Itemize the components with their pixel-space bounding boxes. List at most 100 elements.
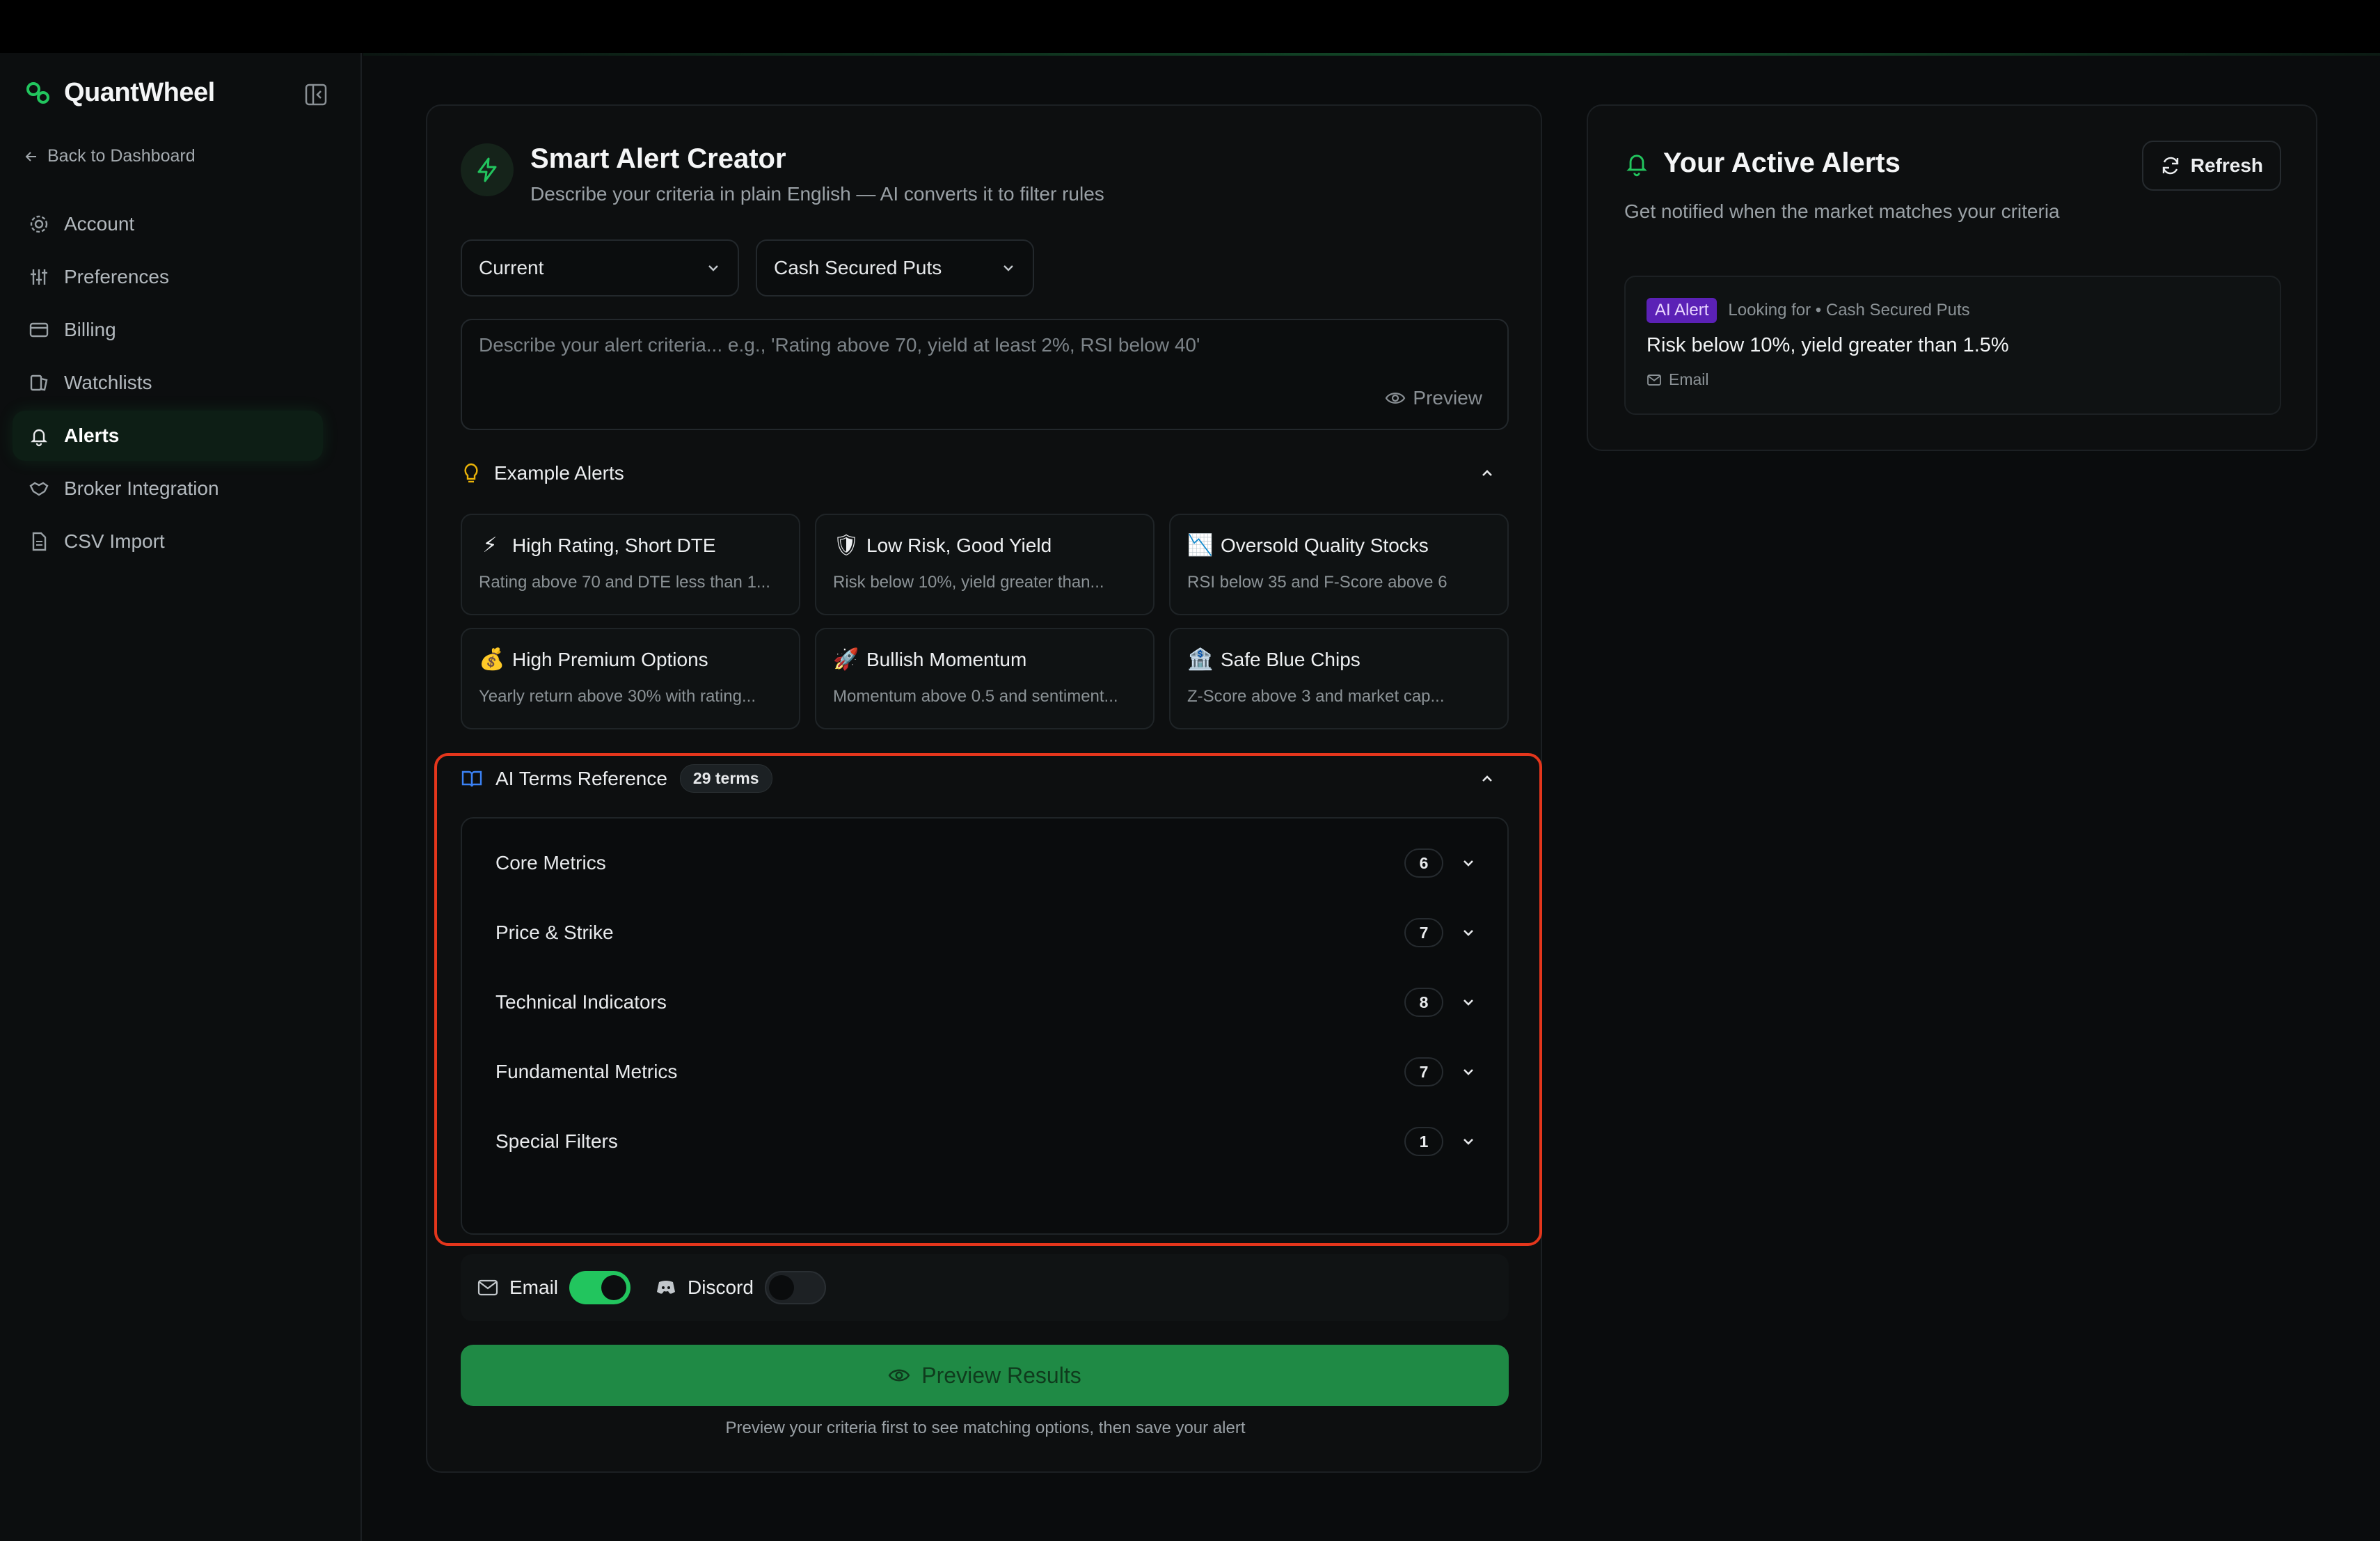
example-alert-desc: Yearly return above 30% with rating... — [479, 687, 756, 706]
timeframe-select[interactable]: Current — [461, 239, 739, 297]
example-alert-desc: Risk below 10%, yield greater than... — [833, 573, 1104, 592]
credit-card-icon — [29, 322, 49, 338]
term-count: 7 — [1404, 1057, 1443, 1086]
back-to-dashboard-label: Back to Dashboard — [47, 146, 196, 166]
term-category-price-strike[interactable]: Price & Strike 7 — [495, 912, 1477, 954]
email-toggle[interactable] — [569, 1271, 631, 1304]
sidebar-item-billing[interactable]: Billing — [13, 305, 323, 355]
active-alerts-subtitle: Get notified when the market matches you… — [1624, 200, 2060, 222]
bank-icon: 🏦 — [1187, 647, 1214, 672]
strategy-select-value: Cash Secured Puts — [774, 257, 942, 278]
watchlist-icon — [30, 374, 48, 391]
bell-icon — [31, 429, 47, 447]
alert-criteria-input[interactable]: Describe your alert criteria... e.g., 'R… — [461, 319, 1509, 430]
bolt-icon — [477, 157, 497, 182]
example-alert-card[interactable]: 🏦 Safe Blue Chips Z-Score above 3 and mar… — [1169, 628, 1509, 729]
brand[interactable]: QuantWheel — [25, 78, 215, 108]
bell-icon — [1626, 154, 1647, 176]
chevron-down-icon — [708, 265, 718, 271]
sidebar-item-csv-import[interactable]: CSV Import — [13, 516, 323, 567]
sidebar-item-preferences[interactable]: Preferences — [13, 252, 323, 302]
strategy-select[interactable]: Cash Secured Puts — [756, 239, 1034, 297]
example-alert-title: Bullish Momentum — [866, 648, 1027, 670]
alert-criteria: Risk below 10%, yield greater than 1.5% — [1647, 334, 2009, 356]
eye-icon — [888, 1369, 910, 1382]
arrow-left-icon — [25, 151, 36, 161]
example-alert-title: Low Risk, Good Yield — [866, 534, 1052, 556]
term-category-label: Technical Indicators — [495, 991, 667, 1013]
example-alerts-title: Example Alerts — [494, 462, 624, 484]
chart-down-icon: 📉 — [1187, 533, 1214, 558]
page-title: Smart Alert Creator — [530, 143, 786, 174]
term-category-special-filters[interactable]: Special Filters 1 — [495, 1121, 1477, 1162]
sidebar-item-label: Alerts — [64, 425, 120, 446]
shield-icon: 🛡 — [833, 533, 860, 558]
panel-header: Smart Alert Creator Describe your criter… — [461, 142, 1104, 205]
example-alert-card[interactable]: 💰 High Premium Options Yearly return abov… — [461, 628, 800, 729]
example-alert-title: Oversold Quality Stocks — [1221, 534, 1429, 556]
preview-link[interactable]: Preview — [1385, 387, 1482, 409]
sidebar-item-label: Broker Integration — [64, 477, 219, 499]
example-alert-card[interactable]: 📉 Oversold Quality Stocks RSI below 35 an… — [1169, 514, 1509, 615]
chevron-down-icon — [1463, 1069, 1473, 1075]
example-alert-card[interactable]: ⚡ High Rating, Short DTE Rating above 70 … — [461, 514, 800, 615]
refresh-label: Refresh — [2190, 155, 2263, 176]
example-alert-card[interactable]: 🚀 Bullish Momentum Momentum above 0.5 and… — [815, 628, 1155, 729]
sidebar: QuantWheel Back to Dashboard Account Pre… — [0, 53, 362, 1541]
top-accent-line — [363, 53, 2380, 56]
refresh-icon — [2162, 157, 2178, 175]
example-alert-desc: Momentum above 0.5 and sentiment... — [833, 687, 1118, 706]
term-category-core-metrics[interactable]: Core Metrics 6 — [495, 842, 1477, 884]
settings-nav: Account Preferences Billing Watchlists A… — [13, 199, 323, 569]
timeframe-select-value: Current — [479, 257, 544, 278]
term-category-label: Core Metrics — [495, 852, 606, 874]
terms-count-badge: 29 terms — [679, 764, 772, 793]
example-alert-desc: Z-Score above 3 and market cap... — [1187, 687, 1445, 706]
chevron-up-icon[interactable] — [1478, 464, 1496, 482]
example-alert-desc: Rating above 70 and DTE less than 1... — [479, 573, 770, 592]
ai-terms-header[interactable]: AI Terms Reference 29 terms — [461, 764, 1509, 793]
discord-label: Discord — [688, 1277, 754, 1298]
example-alerts-grid: ⚡ High Rating, Short DTE Rating above 70 … — [461, 514, 1509, 729]
window-top-bar — [0, 0, 2380, 53]
example-alerts-header[interactable]: Example Alerts — [461, 462, 1509, 484]
term-category-technical-indicators[interactable]: Technical Indicators 8 — [495, 981, 1477, 1023]
lightbulb-icon — [464, 463, 478, 483]
sidebar-item-broker-integration[interactable]: Broker Integration — [13, 464, 323, 514]
active-alert-card[interactable]: AI Alert Looking for • Cash Secured Puts… — [1624, 276, 2281, 415]
sidebar-item-alerts[interactable]: Alerts — [13, 411, 323, 461]
refresh-button[interactable]: Refresh — [2141, 141, 2281, 191]
money-bag-icon: 💰 — [479, 647, 505, 672]
back-to-dashboard-link[interactable]: Back to Dashboard — [24, 146, 196, 166]
handshake-icon — [29, 482, 49, 496]
preview-results-button[interactable]: Preview Results — [461, 1345, 1509, 1406]
term-category-fundamental-metrics[interactable]: Fundamental Metrics 7 — [495, 1051, 1477, 1093]
preview-hint: Preview your criteria first to see match… — [725, 1418, 1246, 1437]
example-alert-title: Safe Blue Chips — [1221, 648, 1360, 670]
example-alert-card[interactable]: 🛡 Low Risk, Good Yield Risk below 10%, yi… — [815, 514, 1155, 615]
chevron-down-icon — [1003, 265, 1013, 271]
rocket-icon: 🚀 — [833, 647, 859, 672]
discord-toggle[interactable] — [764, 1271, 826, 1304]
chevron-down-icon — [1463, 930, 1473, 936]
term-count: 7 — [1404, 918, 1443, 947]
example-alert-title: High Rating, Short DTE — [512, 534, 716, 556]
sidebar-item-watchlists[interactable]: Watchlists — [13, 358, 323, 408]
sidebar-item-account[interactable]: Account — [13, 199, 323, 249]
alert-channel: Email — [1647, 370, 1709, 389]
collapse-sidebar-icon[interactable] — [303, 82, 328, 107]
term-count: 1 — [1404, 1127, 1443, 1156]
term-category-label: Fundamental Metrics — [495, 1061, 678, 1082]
file-icon — [32, 532, 47, 551]
mail-icon — [477, 1279, 498, 1296]
alert-strategy: Looking for • Cash Secured Puts — [1728, 301, 1970, 319]
term-count: 8 — [1404, 988, 1443, 1017]
term-category-label: Special Filters — [495, 1130, 618, 1152]
gear-icon — [30, 215, 48, 233]
sidebar-item-label: CSV Import — [64, 530, 165, 552]
term-category-label: Price & Strike — [495, 922, 614, 943]
email-label: Email — [509, 1277, 559, 1298]
sidebar-item-label: Preferences — [64, 266, 169, 287]
page-subtitle: Describe your criteria in plain English … — [530, 183, 1104, 205]
chevron-up-icon[interactable] — [1478, 770, 1496, 788]
